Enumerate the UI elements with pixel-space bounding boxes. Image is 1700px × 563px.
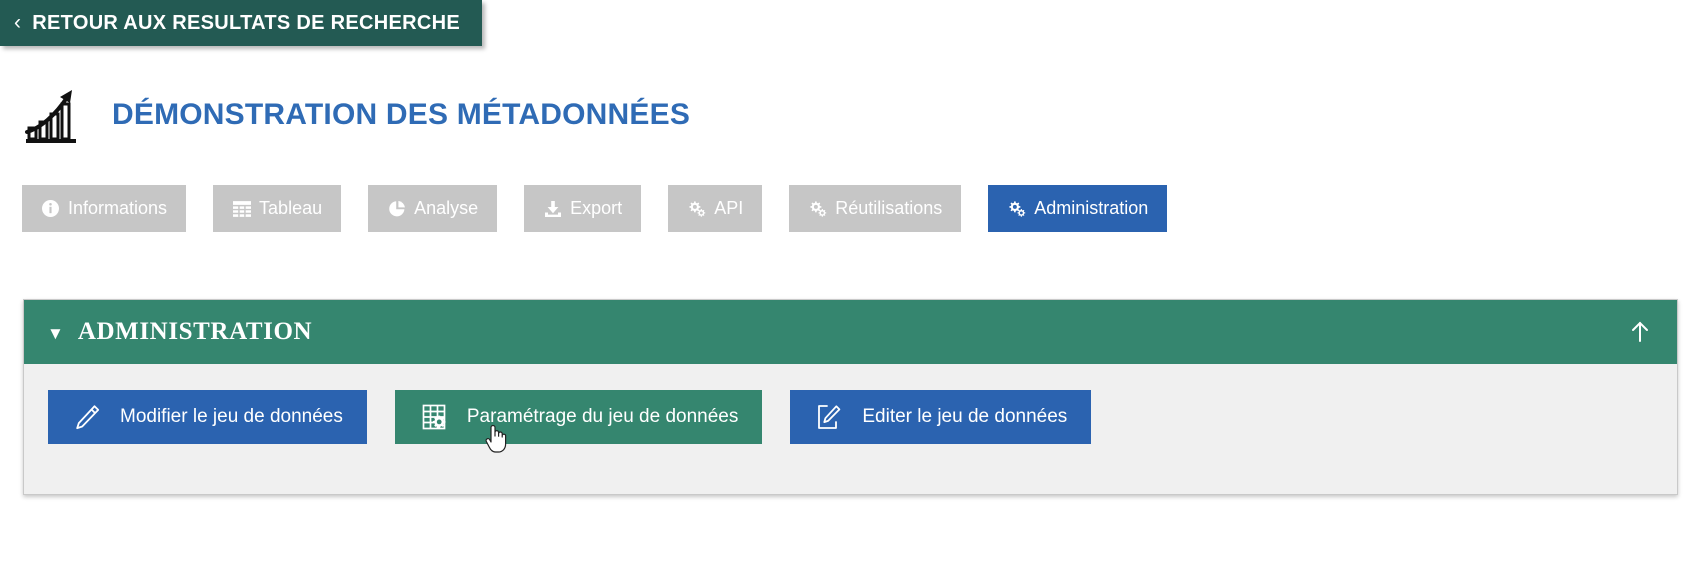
tab-informations[interactable]: Informations <box>22 185 187 232</box>
cogs-icon <box>808 199 827 218</box>
tab-analyse[interactable]: Analyse <box>368 185 498 232</box>
action-label: Modifier le jeu de données <box>120 406 343 427</box>
tab-tableau[interactable]: Tableau <box>213 185 342 232</box>
tab-administration[interactable]: Administration <box>988 185 1168 232</box>
tab-label: Réutilisations <box>835 198 943 218</box>
action-label: Editer le jeu de données <box>862 406 1068 427</box>
pie-chart-icon <box>387 199 406 218</box>
tab-label: Export <box>570 198 623 218</box>
back-to-search-results-button[interactable]: ‹ RETOUR AUX RESULTATS DE RECHERCHE <box>0 0 482 46</box>
tab-label: Informations <box>68 198 168 218</box>
chevron-left-icon: ‹ <box>14 10 22 34</box>
administration-panel-title: ADMINISTRATION <box>77 318 313 345</box>
table-grid-icon <box>232 199 251 218</box>
administration-panel-header[interactable]: ▼ ADMINISTRATION <box>24 300 1677 364</box>
cogs-icon <box>1007 199 1026 218</box>
tab-api[interactable]: API <box>668 185 763 232</box>
page-title: DÉMONSTRATION DES MÉTADONNÉES <box>112 98 691 131</box>
parametrage-jeu-de-donnees-button[interactable]: Paramétrage du jeu de données <box>394 390 763 444</box>
tab-export[interactable]: Export <box>524 185 642 232</box>
page-title-row: DÉMONSTRATION DES MÉTADONNÉES <box>22 84 690 146</box>
info-circle-icon <box>41 199 60 218</box>
editer-jeu-de-donnees-button[interactable]: Editer le jeu de données <box>790 390 1092 444</box>
tab-reutilisations[interactable]: Réutilisations <box>789 185 962 232</box>
arrow-up-icon[interactable] <box>1627 319 1653 345</box>
cogs-icon <box>687 199 706 218</box>
back-button-label: RETOUR AUX RESULTATS DE RECHERCHE <box>32 11 460 34</box>
action-label: Paramétrage du jeu de données <box>466 406 739 427</box>
tab-label: Administration <box>1034 198 1149 218</box>
administration-panel: ▼ ADMINISTRATION Modifier le jeu de donn… <box>23 299 1678 495</box>
bar-chart-growth-icon <box>22 84 84 146</box>
download-icon <box>543 199 562 218</box>
tab-label: Analyse <box>414 198 479 218</box>
dataset-tabs: Informations Tableau Analyse Export API … <box>22 185 1168 232</box>
administration-actions: Modifier le jeu de données Paramétrage d… <box>24 364 1677 444</box>
tab-label: Tableau <box>259 198 323 218</box>
pencil-icon <box>72 402 102 432</box>
pencil-document-icon <box>814 402 844 432</box>
caret-down-icon: ▼ <box>47 323 64 343</box>
tab-label: API <box>714 198 744 218</box>
spreadsheet-settings-icon <box>419 402 449 432</box>
page-root: ‹ RETOUR AUX RESULTATS DE RECHERCHE DÉMO… <box>0 0 1700 563</box>
modifier-jeu-de-donnees-button[interactable]: Modifier le jeu de données <box>48 390 367 444</box>
